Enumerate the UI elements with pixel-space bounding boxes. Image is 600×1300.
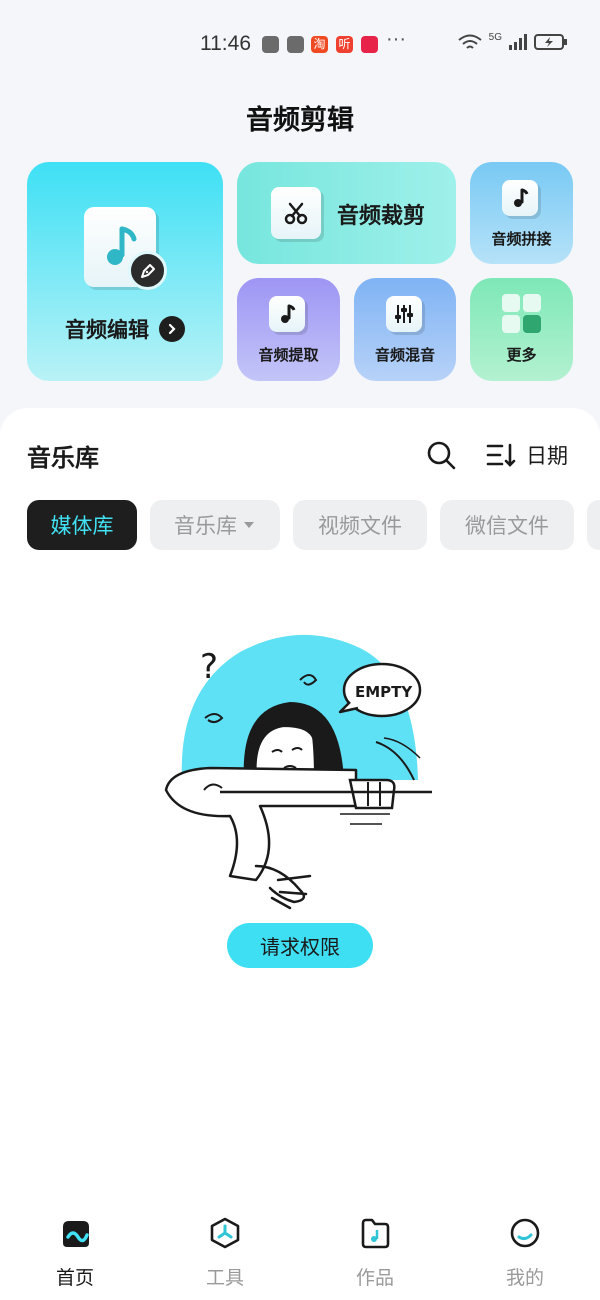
audio-join-card[interactable]: 音频拼接 [470, 162, 573, 264]
nav-tools-label: 工具 [205, 1267, 244, 1289]
works-icon [361, 1218, 390, 1249]
empty-state-illustration: ? EMPTY [164, 634, 432, 910]
wifi-icon [458, 34, 482, 49]
request-permission-label: 请求权限 [260, 935, 340, 959]
home-icon [63, 1221, 89, 1247]
search-button[interactable] [424, 438, 458, 472]
more-tools-card[interactable]: 更多 [470, 278, 573, 381]
library-tabs: 媒体库 音乐库 视频文件 微信文件 [0, 500, 600, 550]
sort-button[interactable]: 日期 [486, 438, 576, 472]
status-more-dots: ··· [386, 28, 406, 50]
more-tools-label: 更多 [506, 346, 537, 364]
music-note-icon [269, 296, 305, 332]
audio-mix-label: 音频混音 [374, 346, 435, 364]
tab-video-files[interactable]: 视频文件 [293, 500, 427, 550]
tab-label: 音乐库 [174, 514, 237, 538]
nav-works-label: 作品 [355, 1267, 394, 1289]
nav-tools[interactable]: 工具 [175, 1217, 275, 1292]
svg-text:?: ? [200, 647, 218, 687]
audio-extract-label: 音频提取 [258, 346, 319, 364]
scissors-icon [271, 187, 321, 239]
audio-edit-card[interactable]: 音频编辑 [27, 162, 223, 381]
tab-wechat-files[interactable]: 微信文件 [440, 500, 574, 550]
nav-home-label: 首页 [55, 1267, 94, 1289]
ting-icon: 听 [336, 36, 353, 53]
tab-label: 微信文件 [465, 514, 549, 538]
search-icon [427, 441, 456, 470]
tools-icon [210, 1217, 240, 1249]
status-time: 11:46 [200, 32, 251, 55]
status-bar: 11:46 淘 听 ··· 5G [0, 0, 600, 88]
tab-more[interactable] [587, 500, 600, 550]
grid-icon [502, 294, 542, 334]
battery-icon [534, 34, 567, 50]
arrow-right-icon [159, 316, 185, 342]
tab-music-library[interactable]: 音乐库 [150, 500, 280, 550]
music-note-icon [502, 180, 538, 216]
sort-icon [486, 443, 516, 467]
sort-label: 日期 [526, 444, 568, 468]
audio-mix-card[interactable]: 音频混音 [354, 278, 456, 381]
empty-text: EMPTY [355, 683, 413, 701]
nav-profile[interactable]: 我的 [475, 1217, 575, 1292]
audio-extract-card[interactable]: 音频提取 [237, 278, 340, 381]
huawei-app-icon [287, 36, 304, 53]
pen-icon [128, 251, 167, 290]
library-title: 音乐库 [27, 444, 99, 472]
nav-profile-label: 我的 [505, 1267, 544, 1289]
request-permission-button[interactable]: 请求权限 [227, 923, 373, 968]
tmall-icon [361, 36, 378, 53]
tab-label: 视频文件 [318, 514, 402, 538]
audio-cut-label: 音频裁剪 [337, 204, 426, 229]
nav-home[interactable]: 首页 [25, 1217, 125, 1292]
audio-cut-card[interactable]: 音频裁剪 [237, 162, 456, 264]
page-title: 音频剪辑 [246, 105, 354, 136]
signal-icon [509, 34, 527, 50]
network-type: 5G [488, 31, 502, 43]
profile-icon [510, 1218, 540, 1248]
equalizer-icon [386, 296, 422, 332]
taobao-icon: 淘 [311, 36, 328, 53]
bottom-nav: 首页 工具 作品 我的 [0, 1205, 600, 1300]
huawei-app-icon [262, 36, 279, 53]
tab-label: 媒体库 [50, 514, 114, 538]
tab-media-library[interactable]: 媒体库 [27, 500, 137, 550]
caret-down-icon [244, 522, 254, 528]
audio-edit-label: 音频编辑 [65, 318, 149, 342]
nav-works[interactable]: 作品 [325, 1217, 425, 1292]
audio-join-label: 音频拼接 [491, 230, 552, 248]
